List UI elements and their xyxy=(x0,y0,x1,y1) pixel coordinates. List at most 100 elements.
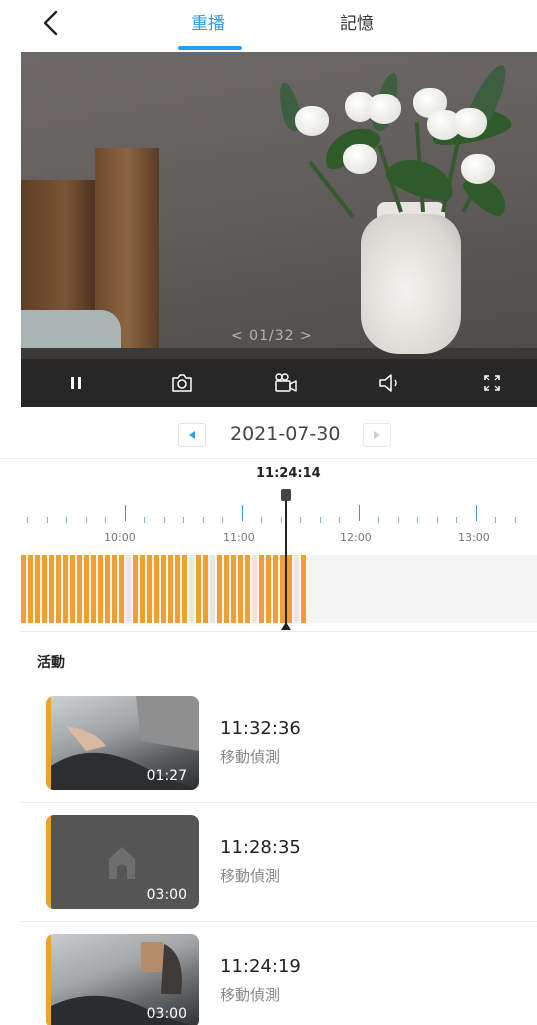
timeline-tick xyxy=(437,517,438,523)
recording-segment xyxy=(98,555,103,623)
date-label[interactable]: 2021-07-30 xyxy=(230,423,340,445)
recording-segment xyxy=(147,555,152,623)
record-icon xyxy=(275,373,297,392)
recording-segment xyxy=(77,555,82,623)
event-thumbnail[interactable]: 03:00 xyxy=(46,934,199,1025)
playhead-handle[interactable] xyxy=(281,489,291,501)
timeline-tick xyxy=(105,517,106,523)
recording-segment xyxy=(56,555,61,623)
recording-segment xyxy=(63,555,68,623)
tulip xyxy=(343,144,377,174)
divider xyxy=(21,921,537,922)
timeline-tick xyxy=(417,517,418,523)
recording-segment xyxy=(168,555,173,623)
record-button[interactable] xyxy=(271,359,301,407)
recording-segment xyxy=(189,555,194,623)
recording-segment xyxy=(84,555,89,623)
home-placeholder-icon xyxy=(109,847,135,879)
timeline-tick xyxy=(183,517,184,523)
timeline-label: 10:00 xyxy=(104,531,136,544)
recording-segment xyxy=(210,555,215,623)
timeline-label: 11:00 xyxy=(223,531,255,544)
event-accent xyxy=(46,934,51,1025)
event-thumbnail[interactable]: 03:00 xyxy=(46,815,199,909)
previous-date-button[interactable] xyxy=(178,423,206,447)
recording-segment xyxy=(161,555,166,623)
timeline-tick xyxy=(339,517,340,523)
recording-segment xyxy=(273,555,278,623)
event-accent xyxy=(46,696,51,790)
playhead-pointer xyxy=(281,622,291,630)
event-time: 11:32:36 xyxy=(220,718,301,739)
player-controls xyxy=(21,359,537,407)
event-type: 移動偵測 xyxy=(220,748,281,766)
recording-segment xyxy=(133,555,138,623)
playhead[interactable] xyxy=(285,489,287,629)
fullscreen-button[interactable] xyxy=(477,359,507,407)
timeline-tick xyxy=(242,505,243,521)
recording-segment xyxy=(245,555,250,623)
recording-segment xyxy=(42,555,47,623)
video-player[interactable]: < 01/32 > xyxy=(21,52,537,359)
timeline-tick xyxy=(456,517,457,523)
recording-segment xyxy=(238,555,243,623)
fullscreen-icon xyxy=(484,375,500,391)
tulip xyxy=(453,108,487,138)
snapshot-button[interactable] xyxy=(167,359,197,407)
recording-segment xyxy=(154,555,159,623)
timeline-label: 13:00 xyxy=(458,531,490,544)
recording-segment xyxy=(196,555,201,623)
tab-replay[interactable]: 重播 xyxy=(191,9,225,34)
timeline-tick xyxy=(203,517,204,523)
recording-segment xyxy=(266,555,271,623)
triangle-left-icon xyxy=(189,431,195,439)
timeline-tick xyxy=(222,517,223,523)
recording-segment xyxy=(119,555,124,623)
recording-segment xyxy=(105,555,110,623)
timeline-tick xyxy=(495,517,496,523)
pause-button[interactable] xyxy=(61,359,91,407)
divider xyxy=(0,458,537,459)
event-item[interactable]: 03:00 11:28:35 移動偵測 xyxy=(0,815,537,935)
playback-time: 11:24:14 xyxy=(256,466,321,481)
timeline-tick xyxy=(164,517,165,523)
triangle-right-icon xyxy=(374,431,380,439)
clip-pager[interactable]: < 01/32 > xyxy=(231,328,313,344)
recording-segment xyxy=(287,555,292,623)
back-arrow-icon[interactable] xyxy=(38,8,68,38)
recording-segment xyxy=(259,555,264,623)
recording-segment xyxy=(224,555,229,623)
timeline-tick xyxy=(300,517,301,523)
event-time: 11:24:19 xyxy=(220,956,301,977)
event-time: 11:28:35 xyxy=(220,837,301,858)
speaker-icon xyxy=(379,374,397,392)
recording-segment xyxy=(35,555,40,623)
timeline-tick xyxy=(359,505,360,521)
event-duration: 01:27 xyxy=(146,768,187,784)
timeline-tick xyxy=(398,517,399,523)
timeline-tick xyxy=(86,517,87,523)
tab-memory[interactable]: 記憶 xyxy=(340,9,374,34)
recording-segment xyxy=(252,555,257,623)
timeline-tick xyxy=(125,505,126,521)
event-item[interactable]: 03:00 11:24:19 移動偵測 xyxy=(0,934,537,1025)
recording-segment xyxy=(112,555,117,623)
timeline-label: 12:00 xyxy=(340,531,372,544)
divider xyxy=(21,631,537,632)
next-date-button[interactable] xyxy=(363,423,391,447)
header: 重播 記憶 xyxy=(0,0,537,52)
event-item[interactable]: 01:27 11:32:36 移動偵測 xyxy=(0,696,537,816)
tulip xyxy=(367,94,401,124)
timeline-tick xyxy=(320,517,321,523)
tulip xyxy=(295,106,329,136)
mute-button[interactable] xyxy=(375,359,405,407)
tulip xyxy=(461,154,495,184)
recording-segment xyxy=(231,555,236,623)
timeline-tick xyxy=(378,517,379,523)
vase xyxy=(361,214,461,354)
event-thumbnail[interactable]: 01:27 xyxy=(46,696,199,790)
recording-segment xyxy=(294,555,299,623)
event-accent xyxy=(46,815,51,909)
recording-segment xyxy=(28,555,33,623)
event-duration: 03:00 xyxy=(146,887,187,903)
